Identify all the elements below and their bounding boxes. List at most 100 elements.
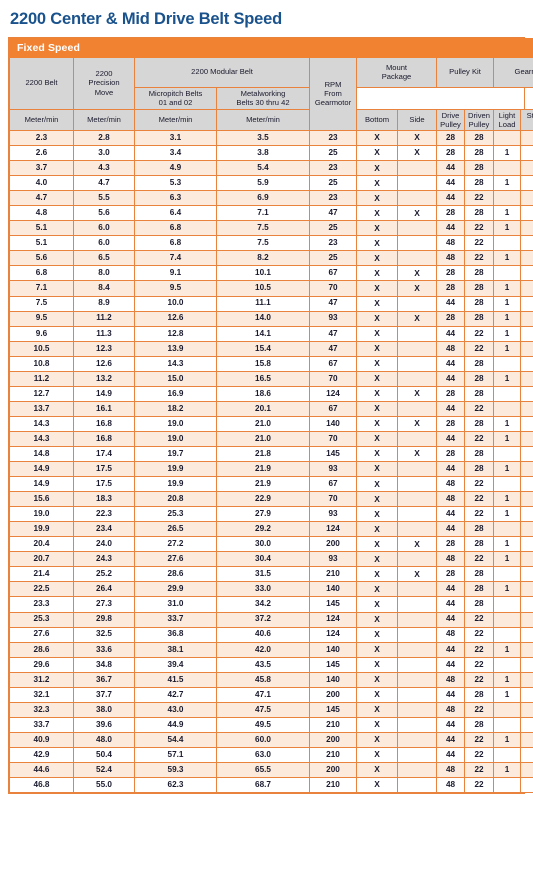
cell-r2-c7: 44 [436, 160, 465, 177]
col-group-rpm-from-gearmotor: RPM From Gearmotor [309, 56, 357, 131]
cell-r17-c8: 28 [464, 385, 494, 402]
cell-r32-c2: 33.7 [134, 611, 217, 628]
table-row: 5.66.57.48.225 X 482213 [9, 250, 533, 267]
table-row: 14.917.519.921.967X48225 [9, 476, 533, 493]
cell-r19-c0: 14.3 [9, 415, 74, 432]
cell-r3-c10: 3 [520, 175, 533, 192]
x-mark: X [414, 312, 420, 323]
cell-r35-c5: X [356, 656, 398, 673]
drive-pulley-line1: Drive [441, 110, 460, 120]
cell-r38-c5: X [356, 701, 398, 718]
driven-pulley-line2: Pulley [468, 119, 490, 129]
cell-r6-c9: 1 [493, 220, 521, 237]
cell-r25-c3: 27.9 [216, 506, 310, 523]
table-row: 9.611.312.814.147X4422135 [9, 325, 533, 342]
table-row: 44.652.459.365.5200 X 482213 [9, 761, 533, 779]
cell-r18-c10 [520, 400, 533, 417]
cell-r35-c8: 22 [464, 656, 494, 673]
cell-r42-c0: 44.6 [9, 761, 74, 779]
cell-r30-c10 [520, 581, 533, 598]
cell-r18-c3: 20.1 [216, 400, 310, 417]
x-mark: X [414, 568, 420, 579]
cell-r34-c2: 38.1 [134, 641, 217, 658]
cell-r14-c2: 13.9 [134, 340, 217, 357]
col-group-gearmotor-chart: Gearmotor Chart [492, 56, 533, 88]
page-title: 2200 Center & Mid Drive Belt Speed [10, 10, 282, 28]
cell-r13-c1: 11.3 [73, 325, 135, 342]
cell-r16-c2: 15.0 [134, 370, 217, 387]
cell-r9-c8: 28 [464, 265, 494, 282]
cell-r1-c5: X [356, 145, 398, 162]
cell-r40-c8: 22 [464, 731, 494, 748]
spec-table-frame: Fixed Speed 2200 Belt 2200 Precision Mov… [8, 36, 533, 795]
cell-r31-c5: X [356, 596, 398, 613]
rpm-line3: Gearmotor [314, 98, 352, 108]
cell-r38-c1: 38.0 [73, 701, 135, 718]
table-body: 2.32.83.13.523XX282852.63.03.43.825XX282… [9, 129, 533, 794]
cell-r24-c2: 20.8 [134, 491, 217, 508]
col-group-mount-package: Mount Package [356, 56, 437, 88]
cell-r26-c4: 124 [309, 521, 357, 538]
cell-r10-c6: X [397, 280, 437, 297]
cell-r34-c3: 42.0 [216, 641, 310, 658]
cell-r14-c8: 22 [464, 340, 494, 357]
table-row: 22.5 26.4 29.9 33.0 140 X 44 28 1 [9, 581, 533, 598]
cell-r33-c7: 48 [436, 626, 465, 643]
cell-r5-c8: 28 [464, 205, 494, 222]
cell-r12-c9: 1 [493, 310, 521, 327]
cell-r28-c9: 1 [493, 551, 521, 568]
cell-r38-c6 [397, 701, 437, 718]
cell-r36-c7: 48 [436, 671, 465, 688]
col-group-2200-belt: 2200 Belt [9, 56, 74, 110]
x-mark: X [414, 538, 420, 549]
cell-r43-c9 [493, 777, 521, 794]
cell-r13-c8: 22 [464, 325, 494, 342]
cell-r20-c5: X [356, 430, 398, 447]
table-row: 14.3 16.8 19.0 21.0 140 X X 28 28 1 [9, 415, 533, 432]
cell-r39-c2: 44.9 [134, 716, 217, 733]
cell-r15-c1: 12.6 [73, 355, 135, 372]
table-row: 3.74.34.95.423X44285 [9, 160, 533, 177]
cell-r20-c7: 44 [436, 430, 465, 447]
mount-line1: Mount [385, 62, 408, 72]
cell-r34-c8: 22 [464, 641, 494, 658]
cell-r17-c7: 28 [436, 385, 465, 402]
cell-r30-c6 [397, 581, 437, 598]
table-row: 9.511.212.614.093XX2828135 [9, 310, 533, 327]
cell-r3-c7: 44 [436, 175, 465, 192]
cell-r21-c7: 28 [436, 445, 465, 463]
cell-r40-c9: 1 [493, 731, 521, 748]
cell-r27-c9: 1 [493, 536, 521, 553]
cell-r2-c8: 28 [464, 160, 494, 177]
cell-r28-c2: 27.6 [134, 551, 217, 568]
x-mark: X [374, 644, 380, 655]
cell-r0-c3: 3.5 [216, 129, 310, 147]
cell-r23-c9 [493, 476, 521, 493]
table-row: 33.739.644.949.5210X44285 [9, 716, 533, 733]
cell-r25-c6 [397, 506, 437, 523]
cell-r11-c0: 7.5 [9, 295, 74, 312]
cell-r33-c9 [493, 626, 521, 643]
cell-r27-c6: X [397, 536, 437, 553]
cell-r8-c2: 7.4 [134, 250, 217, 267]
x-mark: X [414, 267, 420, 278]
cell-r6-c4: 25 [309, 220, 357, 237]
cell-r24-c3: 22.9 [216, 491, 310, 508]
cell-r4-c9 [493, 190, 521, 207]
cell-r39-c6 [397, 716, 437, 733]
x-mark: X [374, 463, 380, 474]
cell-r23-c4: 67 [309, 476, 357, 493]
cell-r15-c7: 44 [436, 355, 465, 372]
cell-r43-c1: 55.0 [73, 777, 135, 794]
cell-r41-c7: 44 [436, 746, 465, 763]
cell-r41-c3: 63.0 [216, 746, 310, 763]
cell-r34-c9: 1 [493, 641, 521, 658]
cell-r17-c9 [493, 385, 521, 402]
cell-r13-c3: 14.1 [216, 325, 310, 342]
cell-r3-c2: 5.3 [134, 175, 217, 192]
cell-r15-c10 [520, 355, 533, 372]
light-load-line1: Light [498, 110, 516, 120]
cell-r12-c8: 28 [464, 310, 494, 327]
cell-r25-c2: 25.3 [134, 506, 217, 523]
cell-r42-c4: 200 [309, 761, 357, 779]
